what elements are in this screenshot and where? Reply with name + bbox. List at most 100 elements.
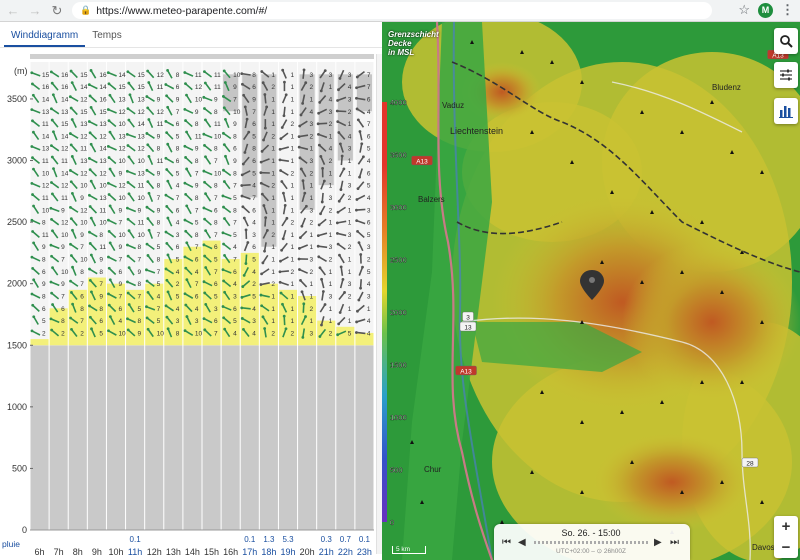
wind-speed-label: 3 (310, 72, 314, 79)
boundary-layer-map[interactable]: 4000 3500 3000 2500 2000 1500 1000 500 0 Vaduz Lie… (382, 22, 800, 560)
forward-icon[interactable]: → (26, 2, 44, 20)
wind-speed-label: 12 (138, 146, 146, 153)
wind-arrow-head (107, 292, 110, 296)
wind-arrow-head (240, 184, 244, 187)
wind-speed-label: 1 (271, 109, 275, 116)
wind-speed-label: 6 (233, 269, 237, 276)
wind-speed-label: 9 (118, 244, 122, 251)
wind-arrow-head (317, 143, 321, 147)
wind-speed-label: 6 (214, 318, 218, 325)
wind-arrow-head (88, 131, 92, 135)
tab-winddiagramm[interactable]: Winddiagramm (4, 30, 86, 47)
wind-speed-label: 7 (118, 220, 122, 227)
wind-speed-label: 4 (329, 146, 333, 153)
profile-avatar[interactable]: M (758, 2, 773, 18)
wind-arrow-head (127, 81, 131, 85)
wind-arrow-head (204, 192, 207, 196)
panel-tabs: Winddiagramm Temps (0, 22, 382, 48)
hour-label: 6h (35, 547, 45, 557)
wind-speed-label: 4 (118, 318, 122, 325)
thermal-column (30, 339, 50, 346)
wind-speed-label: 6 (252, 158, 256, 165)
wind-speed-label: 4 (367, 281, 371, 288)
wind-speed-label: 1 (329, 281, 333, 288)
wind-arrow-head (147, 228, 151, 232)
wind-speed-label: 5 (157, 281, 161, 288)
wind-arrow-head (108, 167, 112, 171)
tab-temps[interactable]: Temps (85, 30, 128, 47)
wind-speed-label: 7 (252, 195, 256, 202)
wind-speed-label: 2 (310, 133, 314, 140)
wind-speed-label: 2 (290, 269, 294, 276)
wind-speed-label: 12 (61, 220, 69, 227)
time-slider[interactable] (534, 541, 650, 544)
wind-arrow-head (202, 132, 206, 136)
wind-speed-label: 5 (367, 269, 371, 276)
skip-last-icon[interactable]: ⏭ (670, 537, 679, 548)
wind-speed-label: 1 (290, 306, 294, 313)
chart-view-button[interactable] (774, 98, 798, 124)
step-forward-icon[interactable]: ▶ (654, 537, 662, 548)
wind-speed-label: 2 (290, 330, 294, 337)
wind-speed-label: 10 (233, 72, 241, 79)
reload-icon[interactable]: ↻ (48, 2, 66, 20)
rain-value: 0.1 (130, 535, 142, 544)
wind-speed-label: 5 (367, 232, 371, 239)
address-bar[interactable]: 🔒 https://www.meteo-parapente.com/#/ (72, 2, 712, 19)
map-panel[interactable]: 4000 3500 3000 2500 2000 1500 1000 500 0 Vaduz Lie… (382, 22, 800, 560)
road-shield-label: 28 (746, 461, 754, 468)
wind-speed-label: 9 (61, 244, 65, 251)
bookmark-star-icon[interactable]: ☆ (738, 2, 750, 18)
wind-speed-label: 4 (252, 220, 256, 227)
step-back-icon[interactable]: ◀ (518, 537, 526, 548)
wind-arrow-head (147, 118, 151, 121)
wind-speed-label: 1 (290, 207, 294, 214)
wind-arrow-head (107, 303, 111, 307)
back-icon[interactable]: ← (4, 2, 22, 20)
wind-arrow-head (242, 93, 246, 97)
wind-arrow-head (203, 180, 206, 184)
wind-speed-label: 4 (176, 220, 180, 227)
wind-arrow-head (203, 328, 207, 332)
wind-arrow-head (69, 205, 72, 209)
zoom-out-button[interactable]: − (782, 539, 791, 556)
wind-arrow-head (126, 317, 129, 321)
wind-arrow-head (50, 144, 53, 148)
wind-speed-label: 8 (214, 220, 218, 227)
wind-arrow-head (49, 107, 53, 111)
wind-arrow-head (88, 205, 92, 208)
wind-arrow-head (165, 315, 169, 319)
wind-arrow-head (302, 68, 306, 72)
wind-arrow-head (183, 329, 187, 333)
wind-speed-label: 1 (329, 306, 333, 313)
wind-arrow-head (241, 205, 245, 209)
wind-arrow-head (222, 205, 225, 209)
wind-speed-label: 11 (138, 220, 145, 227)
wind-speed-label: 8 (42, 220, 46, 227)
wind-speed-label: 9 (42, 281, 46, 288)
wind-speed-label: 1 (290, 133, 294, 140)
wind-speed-label: 2 (252, 281, 256, 288)
wind-arrow-head (71, 302, 75, 306)
wind-speed-label: 1 (290, 109, 294, 116)
wind-arrow-head (204, 118, 207, 122)
wind-speed-label: 3 (310, 207, 314, 214)
wind-speed-label: 5 (233, 232, 237, 239)
zoom-in-button[interactable]: + (782, 518, 791, 535)
wind-arrow-head (185, 241, 189, 245)
search-button[interactable] (774, 28, 798, 54)
skip-first-icon[interactable]: ⏮ (502, 537, 511, 548)
wind-arrow-head (222, 279, 226, 283)
wind-arrow-head (126, 70, 130, 74)
wind-arrow-head (301, 335, 305, 339)
wind-speed-label: 8 (214, 146, 218, 153)
wind-arrow-head (359, 286, 362, 290)
wind-arrow-head (126, 254, 130, 258)
wind-arrow-head (183, 255, 187, 259)
layer-settings-button[interactable] (774, 62, 798, 88)
wind-arrow-head (49, 206, 53, 210)
wind-speed-label: 5 (176, 133, 180, 140)
wind-diagram-panel: Winddiagramm Temps (m) 0 500 1000 1500 2000 25… (0, 22, 382, 560)
browser-menu-icon[interactable]: ⋮ (781, 2, 794, 18)
wind-arrow-head (358, 175, 361, 179)
